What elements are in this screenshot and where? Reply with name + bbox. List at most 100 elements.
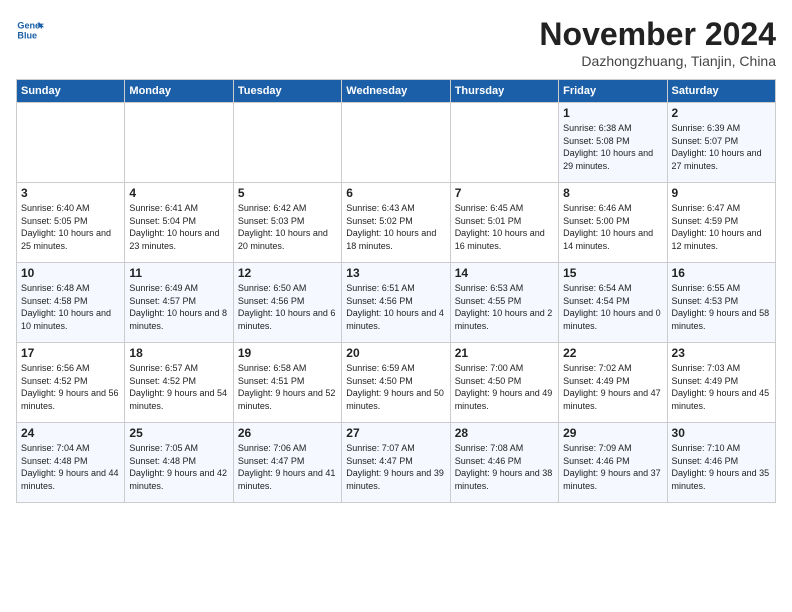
calendar-cell: 12Sunrise: 6:50 AM Sunset: 4:56 PM Dayli… — [233, 263, 341, 343]
day-info: Sunrise: 6:51 AM Sunset: 4:56 PM Dayligh… — [346, 282, 445, 332]
day-info: Sunrise: 6:45 AM Sunset: 5:01 PM Dayligh… — [455, 202, 554, 252]
calendar-week-row: 3 Sunrise: 6:40 AM Sunset: 5:05 PM Daylig… — [17, 183, 776, 263]
day-number: 19 — [238, 346, 337, 360]
weekday-header-cell: Sunday — [17, 80, 125, 103]
logo-icon: General Blue — [16, 16, 44, 44]
day-number: 7 — [455, 186, 554, 200]
day-number: 29 — [563, 426, 662, 440]
day-number: 4 — [129, 186, 228, 200]
day-number: 17 — [21, 346, 120, 360]
calendar-cell: 1 Sunrise: 6:38 AM Sunset: 5:08 PM Daylig… — [559, 103, 667, 183]
day-number: 1 — [563, 106, 662, 120]
day-info: Sunrise: 6:39 AM Sunset: 5:07 PM Dayligh… — [672, 122, 771, 172]
day-number: 2 — [672, 106, 771, 120]
calendar-body: 1 Sunrise: 6:38 AM Sunset: 5:08 PM Daylig… — [17, 103, 776, 503]
calendar-cell: 13 Sunrise: 6:51 AM Sunset: 4:56 PM Dayli… — [342, 263, 450, 343]
calendar-cell: 20 Sunrise: 6:59 AM Sunset: 4:50 PM Dayli… — [342, 343, 450, 423]
page-header: General Blue November 2024 Dazhongzhuang… — [16, 16, 776, 69]
day-info: Sunrise: 7:05 AM Sunset: 4:48 PM Dayligh… — [129, 442, 228, 492]
calendar-cell: 15 Sunrise: 6:54 AM Sunset: 4:54 PM Dayli… — [559, 263, 667, 343]
day-info: Sunrise: 7:09 AM Sunset: 4:46 PM Dayligh… — [563, 442, 662, 492]
day-number: 14 — [455, 266, 554, 280]
day-info: Sunrise: 7:07 AM Sunset: 4:47 PM Dayligh… — [346, 442, 445, 492]
calendar-cell: 28Sunrise: 7:08 AM Sunset: 4:46 PM Dayli… — [450, 423, 558, 503]
day-number: 9 — [672, 186, 771, 200]
calendar-cell — [450, 103, 558, 183]
calendar-cell: 29 Sunrise: 7:09 AM Sunset: 4:46 PM Dayli… — [559, 423, 667, 503]
weekday-header-cell: Thursday — [450, 80, 558, 103]
day-number: 27 — [346, 426, 445, 440]
day-number: 18 — [129, 346, 228, 360]
day-number: 30 — [672, 426, 771, 440]
day-number: 23 — [672, 346, 771, 360]
weekday-header-cell: Friday — [559, 80, 667, 103]
calendar-cell — [17, 103, 125, 183]
calendar-cell: 8Sunrise: 6:46 AM Sunset: 5:00 PM Daylig… — [559, 183, 667, 263]
calendar-cell: 5 Sunrise: 6:42 AM Sunset: 5:03 PM Daylig… — [233, 183, 341, 263]
day-info: Sunrise: 6:43 AM Sunset: 5:02 PM Dayligh… — [346, 202, 445, 252]
calendar-cell: 21Sunrise: 7:00 AM Sunset: 4:50 PM Dayli… — [450, 343, 558, 423]
day-info: Sunrise: 6:42 AM Sunset: 5:03 PM Dayligh… — [238, 202, 337, 252]
day-info: Sunrise: 7:04 AM Sunset: 4:48 PM Dayligh… — [21, 442, 120, 492]
calendar-cell: 19 Sunrise: 6:58 AM Sunset: 4:51 PM Dayli… — [233, 343, 341, 423]
day-info: Sunrise: 6:57 AM Sunset: 4:52 PM Dayligh… — [129, 362, 228, 412]
day-info: Sunrise: 7:08 AM Sunset: 4:46 PM Dayligh… — [455, 442, 554, 492]
logo: General Blue — [16, 16, 44, 44]
day-info: Sunrise: 6:49 AM Sunset: 4:57 PM Dayligh… — [129, 282, 228, 332]
calendar-cell: 23 Sunrise: 7:03 AM Sunset: 4:49 PM Dayli… — [667, 343, 775, 423]
calendar-cell: 17 Sunrise: 6:56 AM Sunset: 4:52 PM Dayli… — [17, 343, 125, 423]
month-title: November 2024 — [539, 16, 776, 53]
calendar-cell — [233, 103, 341, 183]
day-number: 10 — [21, 266, 120, 280]
day-info: Sunrise: 6:41 AM Sunset: 5:04 PM Dayligh… — [129, 202, 228, 252]
day-info: Sunrise: 6:54 AM Sunset: 4:54 PM Dayligh… — [563, 282, 662, 332]
calendar-cell: 9Sunrise: 6:47 AM Sunset: 4:59 PM Daylig… — [667, 183, 775, 263]
day-number: 13 — [346, 266, 445, 280]
day-number: 22 — [563, 346, 662, 360]
day-info: Sunrise: 6:58 AM Sunset: 4:51 PM Dayligh… — [238, 362, 337, 412]
calendar-cell: 26 Sunrise: 7:06 AM Sunset: 4:47 PM Dayli… — [233, 423, 341, 503]
calendar-cell: 16 Sunrise: 6:55 AM Sunset: 4:53 PM Dayli… — [667, 263, 775, 343]
location-subtitle: Dazhongzhuang, Tianjin, China — [539, 53, 776, 69]
calendar-cell: 22 Sunrise: 7:02 AM Sunset: 4:49 PM Dayli… — [559, 343, 667, 423]
day-info: Sunrise: 6:48 AM Sunset: 4:58 PM Dayligh… — [21, 282, 120, 332]
day-number: 20 — [346, 346, 445, 360]
day-number: 3 — [21, 186, 120, 200]
day-number: 8 — [563, 186, 662, 200]
calendar-cell: 3 Sunrise: 6:40 AM Sunset: 5:05 PM Daylig… — [17, 183, 125, 263]
day-info: Sunrise: 7:06 AM Sunset: 4:47 PM Dayligh… — [238, 442, 337, 492]
weekday-header-cell: Monday — [125, 80, 233, 103]
calendar-cell: 6Sunrise: 6:43 AM Sunset: 5:02 PM Daylig… — [342, 183, 450, 263]
day-info: Sunrise: 7:00 AM Sunset: 4:50 PM Dayligh… — [455, 362, 554, 412]
calendar-cell: 14 Sunrise: 6:53 AM Sunset: 4:55 PM Dayli… — [450, 263, 558, 343]
calendar-cell: 4 Sunrise: 6:41 AM Sunset: 5:04 PM Daylig… — [125, 183, 233, 263]
day-number: 12 — [238, 266, 337, 280]
weekday-header-row: SundayMondayTuesdayWednesdayThursdayFrid… — [17, 80, 776, 103]
day-info: Sunrise: 7:03 AM Sunset: 4:49 PM Dayligh… — [672, 362, 771, 412]
calendar-cell: 27 Sunrise: 7:07 AM Sunset: 4:47 PM Dayli… — [342, 423, 450, 503]
calendar-week-row: 17 Sunrise: 6:56 AM Sunset: 4:52 PM Dayli… — [17, 343, 776, 423]
day-info: Sunrise: 7:02 AM Sunset: 4:49 PM Dayligh… — [563, 362, 662, 412]
calendar-cell: 18 Sunrise: 6:57 AM Sunset: 4:52 PM Dayli… — [125, 343, 233, 423]
day-info: Sunrise: 6:56 AM Sunset: 4:52 PM Dayligh… — [21, 362, 120, 412]
calendar-cell: 7 Sunrise: 6:45 AM Sunset: 5:01 PM Daylig… — [450, 183, 558, 263]
calendar-cell: 10 Sunrise: 6:48 AM Sunset: 4:58 PM Dayli… — [17, 263, 125, 343]
day-info: Sunrise: 6:59 AM Sunset: 4:50 PM Dayligh… — [346, 362, 445, 412]
day-info: Sunrise: 7:10 AM Sunset: 4:46 PM Dayligh… — [672, 442, 771, 492]
calendar-cell — [342, 103, 450, 183]
day-number: 25 — [129, 426, 228, 440]
day-number: 26 — [238, 426, 337, 440]
day-number: 16 — [672, 266, 771, 280]
day-info: Sunrise: 6:53 AM Sunset: 4:55 PM Dayligh… — [455, 282, 554, 332]
weekday-header-cell: Tuesday — [233, 80, 341, 103]
day-number: 24 — [21, 426, 120, 440]
day-number: 15 — [563, 266, 662, 280]
weekday-header-cell: Wednesday — [342, 80, 450, 103]
day-info: Sunrise: 6:55 AM Sunset: 4:53 PM Dayligh… — [672, 282, 771, 332]
day-info: Sunrise: 6:38 AM Sunset: 5:08 PM Dayligh… — [563, 122, 662, 172]
day-number: 5 — [238, 186, 337, 200]
calendar-cell: 30 Sunrise: 7:10 AM Sunset: 4:46 PM Dayli… — [667, 423, 775, 503]
calendar-week-row: 10 Sunrise: 6:48 AM Sunset: 4:58 PM Dayli… — [17, 263, 776, 343]
calendar-cell: 25 Sunrise: 7:05 AM Sunset: 4:48 PM Dayli… — [125, 423, 233, 503]
day-info: Sunrise: 6:40 AM Sunset: 5:05 PM Dayligh… — [21, 202, 120, 252]
